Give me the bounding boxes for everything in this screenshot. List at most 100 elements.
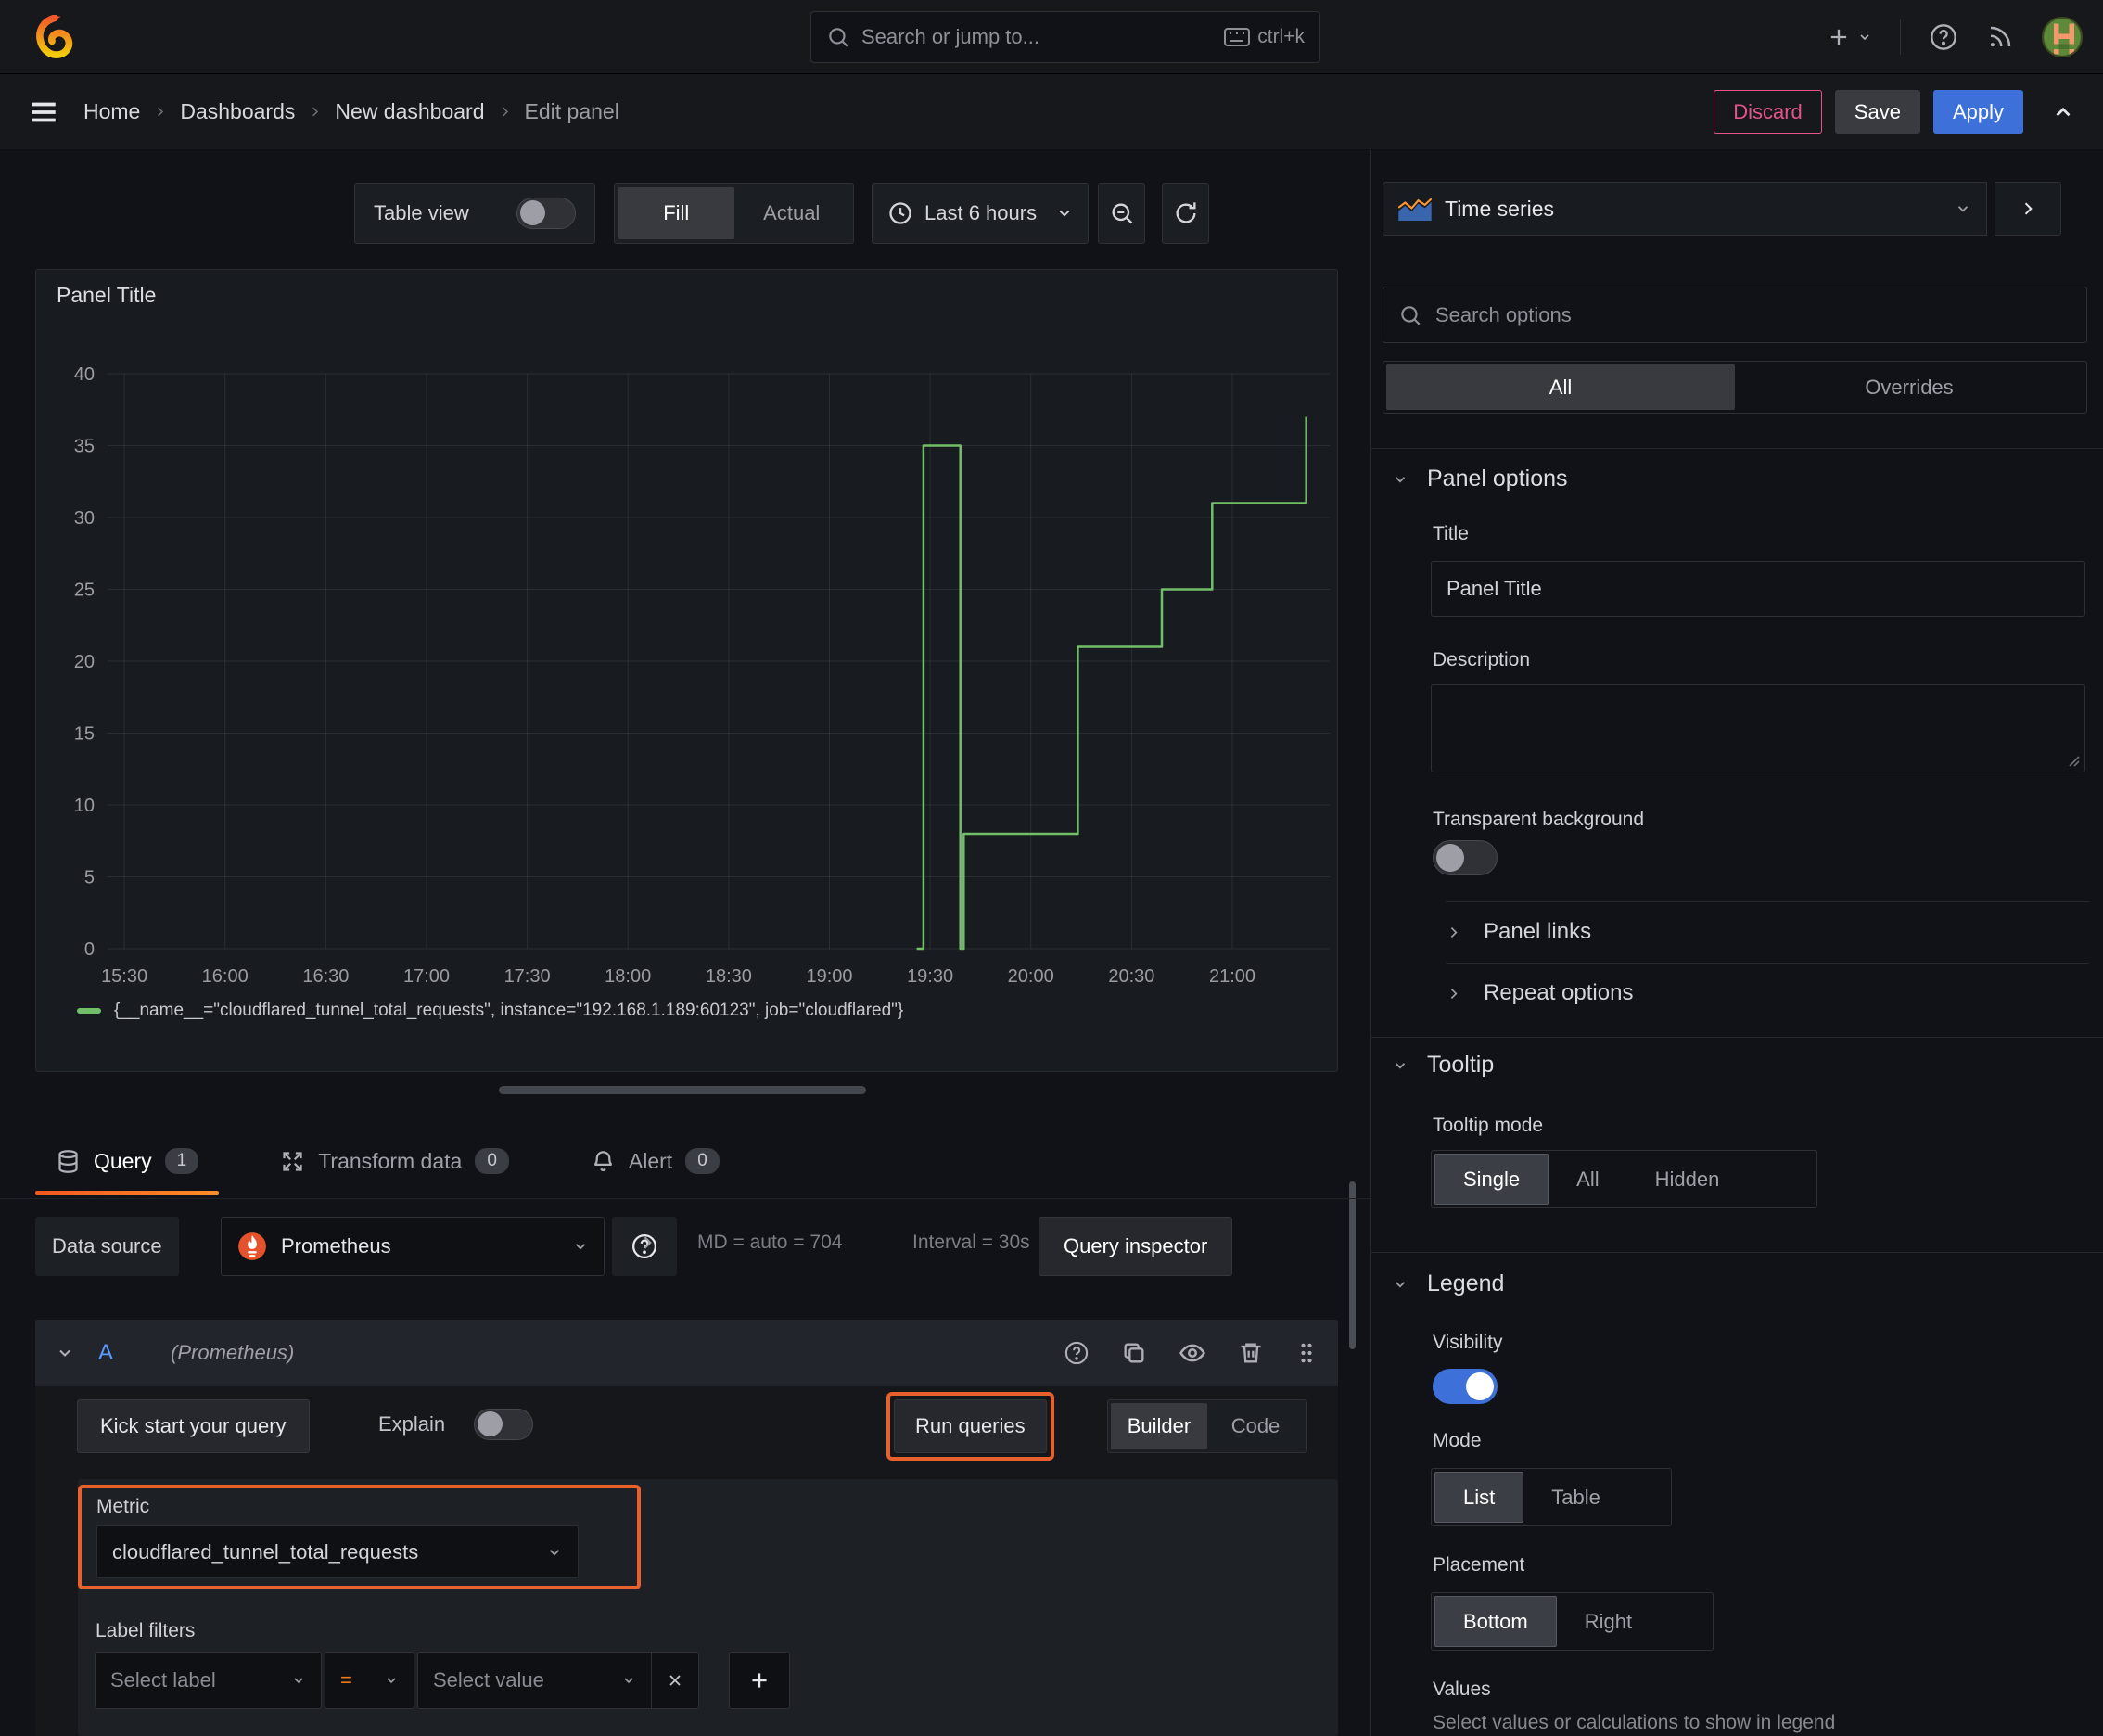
- query-row-header[interactable]: A (Prometheus): [35, 1320, 1338, 1386]
- chevron-right-icon: [498, 105, 512, 119]
- toggle-visibility-eye-icon[interactable]: [1179, 1339, 1206, 1367]
- legend-section-header[interactable]: Legend: [1392, 1270, 1504, 1297]
- tooltip-hidden-option[interactable]: Hidden: [1627, 1154, 1748, 1205]
- legend-placement-bottom-option[interactable]: Bottom: [1434, 1596, 1557, 1647]
- breadcrumb-new-dashboard[interactable]: New dashboard: [335, 99, 484, 124]
- tab-query[interactable]: Query 1: [35, 1127, 220, 1195]
- grafana-logo-icon[interactable]: [33, 14, 76, 59]
- legend-visibility-toggle[interactable]: [1433, 1369, 1498, 1404]
- run-queries-button[interactable]: Run queries: [894, 1399, 1047, 1453]
- svg-text:17:00: 17:00: [403, 966, 450, 987]
- scrollbar-thumb[interactable]: [1349, 1181, 1356, 1349]
- tooltip-section-header[interactable]: Tooltip: [1392, 1052, 1494, 1079]
- panel-description-textarea[interactable]: [1431, 684, 2085, 772]
- tooltip-all-option[interactable]: All: [1549, 1154, 1626, 1205]
- datasource-name: Prometheus: [281, 1234, 391, 1257]
- select-label-dropdown[interactable]: Select label: [95, 1652, 322, 1709]
- datasource-picker[interactable]: Prometheus: [221, 1217, 605, 1276]
- explain-toggle[interactable]: [474, 1409, 533, 1440]
- transform-icon: [280, 1149, 305, 1174]
- panel-options-header-label: Panel options: [1427, 466, 1568, 491]
- resize-grip-icon[interactable]: [2066, 753, 2081, 768]
- user-avatar[interactable]: [2042, 17, 2083, 57]
- query-inspector-button[interactable]: Query inspector: [1039, 1217, 1233, 1276]
- news-rss-icon[interactable]: [1986, 23, 2014, 51]
- chevron-right-icon: [1446, 925, 1461, 940]
- visualization-picker[interactable]: Time series: [1383, 182, 1987, 236]
- panel-view-toolbar: Table view Fill Actual Last 6 hours: [354, 179, 1209, 248]
- query-count-badge: 1: [164, 1148, 199, 1174]
- title-field-label: Title: [1433, 523, 1469, 544]
- edit-panel-content: Table view Fill Actual Last 6 hours Pane…: [0, 150, 2103, 1736]
- remove-filter-button[interactable]: [652, 1652, 699, 1709]
- fill-option[interactable]: Fill: [618, 187, 734, 239]
- time-range-picker[interactable]: Last 6 hours: [872, 183, 1089, 244]
- code-option[interactable]: Code: [1207, 1403, 1304, 1449]
- tab-transform-data[interactable]: Transform data 0: [260, 1127, 529, 1195]
- duplicate-query-icon[interactable]: [1121, 1340, 1147, 1366]
- menu-hamburger-icon[interactable]: [28, 96, 59, 128]
- legend-mode-list-option[interactable]: List: [1434, 1472, 1524, 1523]
- save-button[interactable]: Save: [1834, 90, 1920, 134]
- query-options-expander-icon[interactable]: [638, 1233, 656, 1252]
- zoom-out-button[interactable]: [1098, 183, 1145, 244]
- add-filter-button[interactable]: [729, 1652, 790, 1709]
- operator-value: =: [340, 1668, 352, 1691]
- builder-option[interactable]: Builder: [1111, 1403, 1207, 1449]
- actual-option[interactable]: Actual: [734, 187, 850, 239]
- operator-dropdown[interactable]: =: [325, 1652, 414, 1709]
- series-label[interactable]: {__name__="cloudflared_tunnel_total_requ…: [114, 1001, 903, 1021]
- repeat-options-section[interactable]: Repeat options: [1371, 963, 2103, 1024]
- drag-handle-icon[interactable]: [1295, 1340, 1318, 1366]
- panel-links-section[interactable]: Panel links: [1371, 901, 2103, 963]
- legend-placement-right-option[interactable]: Right: [1557, 1596, 1660, 1647]
- time-series-chart[interactable]: 0 5 10 15 20 25 30 35 40 15:30 16:00 16:30 17:00 17:3…: [58, 353, 1332, 993]
- query-ref-id: A: [98, 1340, 114, 1365]
- tab-overrides[interactable]: Overrides: [1735, 364, 2084, 410]
- discard-button[interactable]: Discard: [1714, 90, 1822, 134]
- table-view-toggle[interactable]: [516, 198, 576, 229]
- topbar-divider: [1900, 19, 1901, 55]
- global-search-input[interactable]: [861, 25, 1214, 49]
- chevron-down-icon: [546, 1544, 563, 1561]
- kick-start-query-button[interactable]: Kick start your query: [77, 1399, 310, 1453]
- breadcrumb-dashboards[interactable]: Dashboards: [180, 99, 295, 124]
- select-value-dropdown[interactable]: Select value: [417, 1652, 652, 1709]
- help-icon[interactable]: [1929, 22, 1958, 52]
- search-icon: [826, 25, 850, 49]
- apply-button[interactable]: Apply: [1932, 90, 2023, 134]
- panel-options-section-header[interactable]: Panel options: [1392, 466, 1568, 492]
- svg-text:20:00: 20:00: [1008, 966, 1054, 987]
- tab-all[interactable]: All: [1386, 364, 1735, 410]
- options-search-input[interactable]: [1435, 302, 2071, 327]
- query-help-icon[interactable]: [1064, 1340, 1090, 1366]
- panel-resize-handle[interactable]: [499, 1086, 866, 1094]
- breadcrumb-home[interactable]: Home: [83, 99, 140, 124]
- chevron-down-icon: [291, 1673, 306, 1688]
- max-data-points-stat: MD = auto = 704: [697, 1232, 843, 1253]
- options-search-box[interactable]: [1383, 287, 2087, 343]
- tab-query-label: Query: [94, 1148, 152, 1173]
- refresh-button[interactable]: [1162, 183, 1209, 244]
- series-color-swatch: [77, 1008, 101, 1014]
- legend-mode-table-option[interactable]: Table: [1523, 1472, 1628, 1523]
- global-search-box[interactable]: ctrl+k: [810, 11, 1320, 63]
- table-view-label: Table view: [374, 201, 469, 224]
- tab-alert[interactable]: Alert 0: [570, 1127, 740, 1195]
- collapse-chevron-up-icon[interactable]: [2051, 100, 2075, 124]
- panel-title-input[interactable]: [1431, 561, 2085, 617]
- chevron-down-icon[interactable]: [56, 1344, 74, 1362]
- tooltip-single-option[interactable]: Single: [1434, 1154, 1549, 1205]
- transparent-background-toggle[interactable]: [1433, 840, 1498, 875]
- datasource-label: Data source: [35, 1217, 179, 1276]
- time-range-label: Last 6 hours: [924, 201, 1038, 224]
- add-menu-button[interactable]: [1826, 24, 1872, 50]
- collapse-options-pane-button[interactable]: [1995, 182, 2061, 236]
- svg-text:20:30: 20:30: [1108, 966, 1154, 987]
- legend-values-hint: Select values or calculations to show in…: [1433, 1712, 1836, 1733]
- chart-legend[interactable]: {__name__="cloudflared_tunnel_total_requ…: [77, 1001, 903, 1021]
- panel-preview[interactable]: Panel Title 0 5 10 15 20 25 30 35 40 15:30 16:00 16…: [35, 269, 1338, 1072]
- chevron-down-icon: [1392, 1276, 1408, 1293]
- metric-select[interactable]: cloudflared_tunnel_total_requests: [96, 1525, 579, 1578]
- delete-query-trash-icon[interactable]: [1238, 1340, 1264, 1366]
